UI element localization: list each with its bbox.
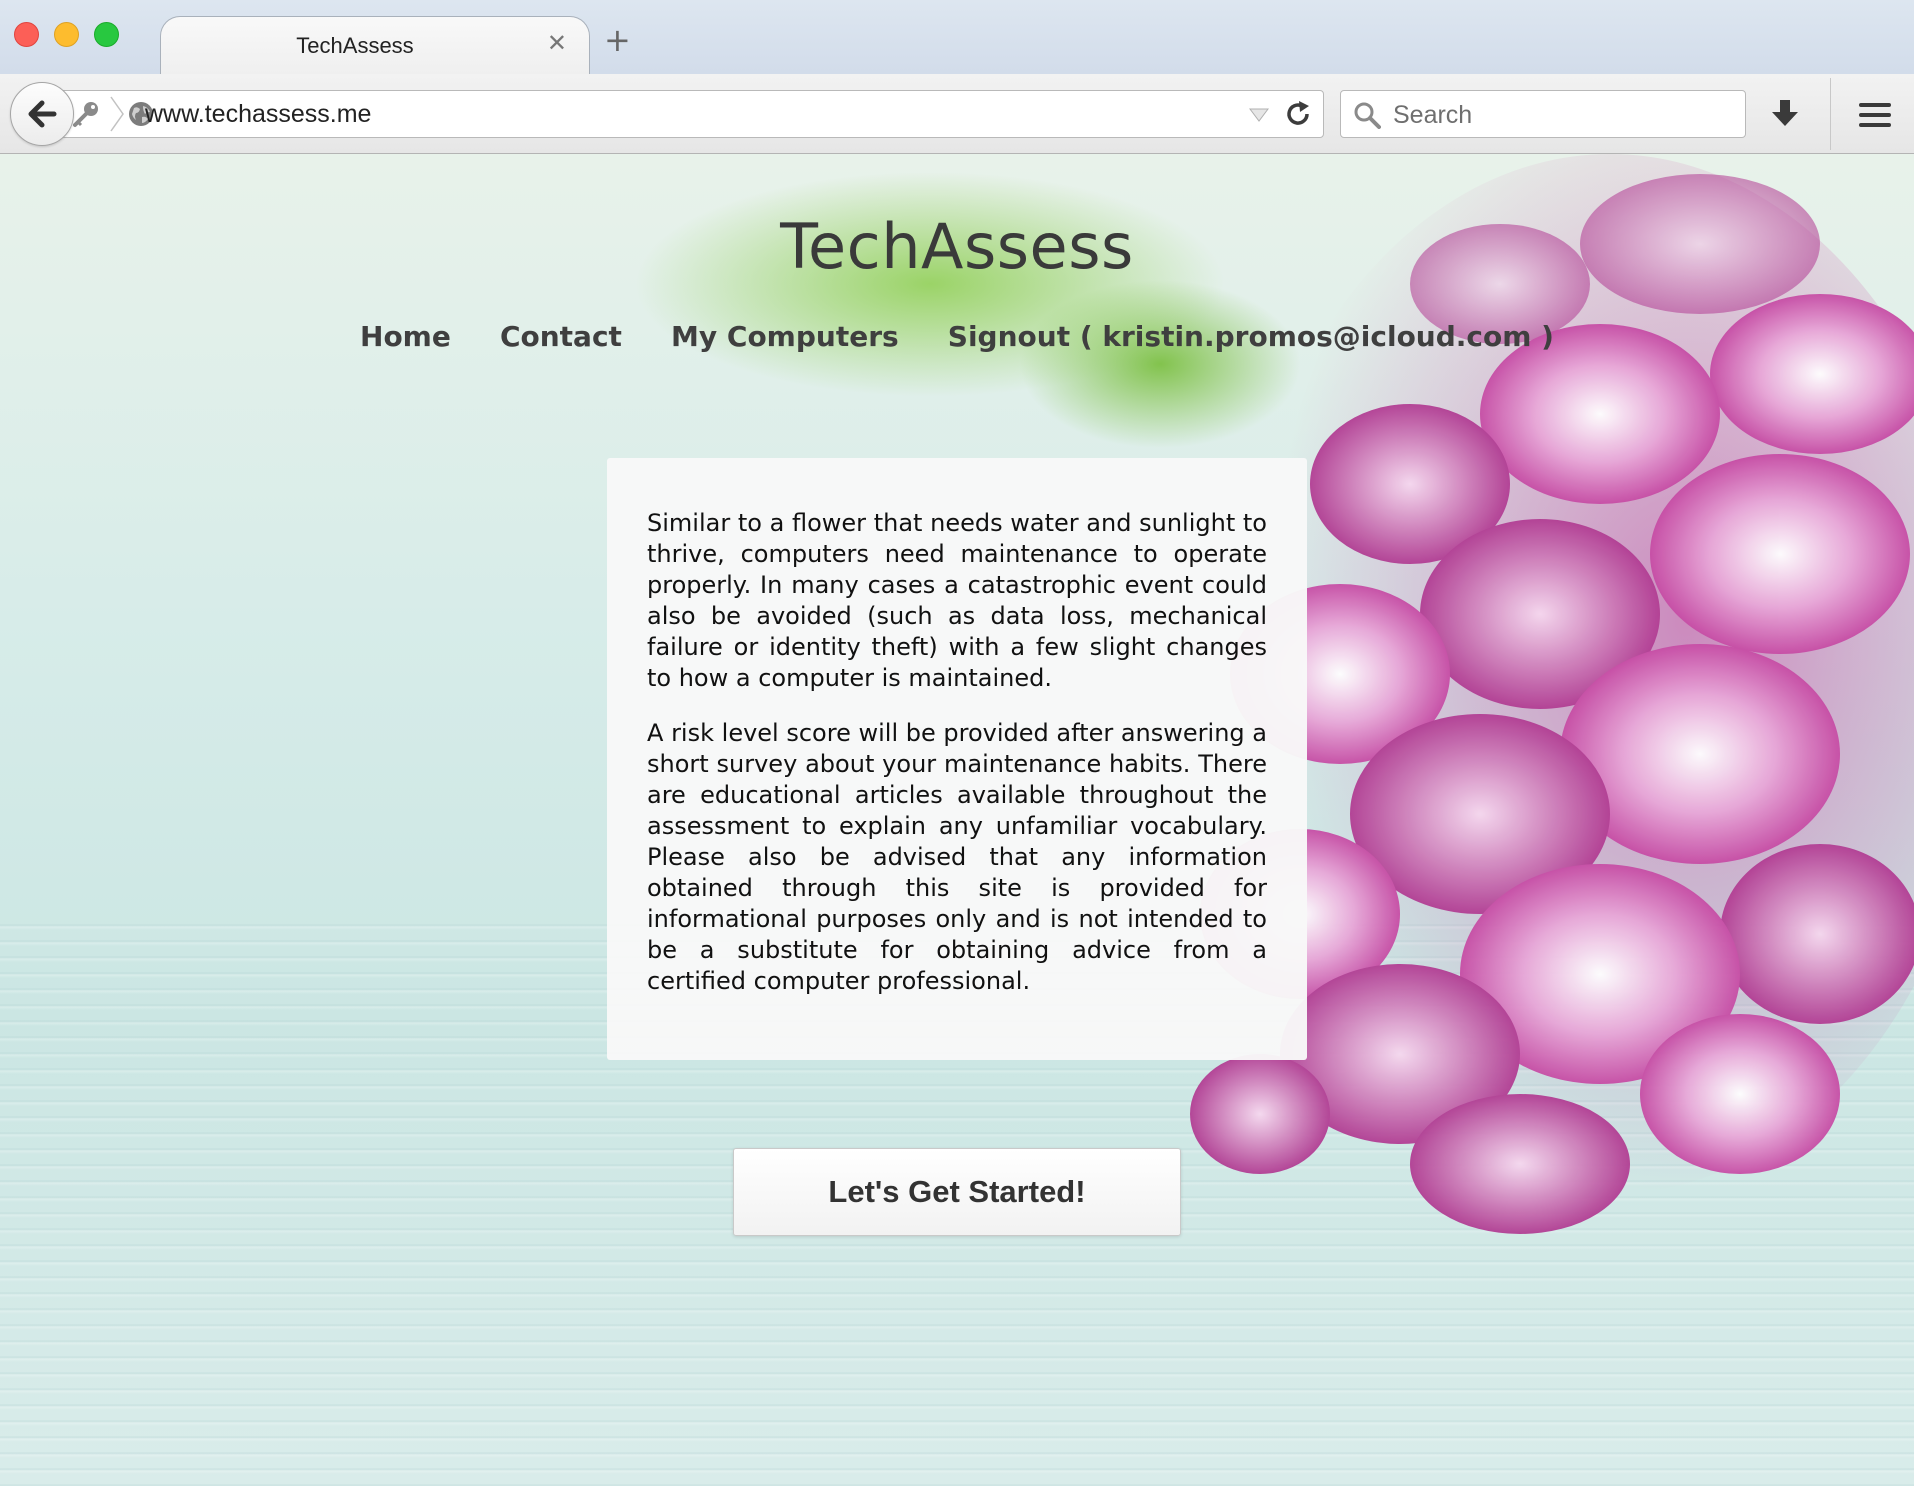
nav-contact[interactable]: Contact (500, 320, 622, 353)
reload-icon[interactable] (1283, 99, 1313, 133)
search-bar[interactable] (1340, 90, 1746, 139)
tab-techassess[interactable]: TechAssess ✕ (160, 16, 590, 74)
intro-paragraph-1: Similar to a flower that needs water and… (647, 509, 1267, 692)
tab-title: TechAssess (296, 33, 414, 58)
minimize-window-button[interactable] (54, 22, 79, 47)
zoom-window-button[interactable] (94, 22, 119, 47)
toolbar-divider (1830, 78, 1831, 150)
back-arrow-icon (28, 100, 57, 128)
address-bar[interactable]: www.techassess.me (56, 90, 1324, 138)
download-icon[interactable] (1770, 98, 1800, 132)
nav-my-computers[interactable]: My Computers (671, 320, 899, 353)
page-content: TechAssess Home Contact My Computers Sig… (0, 154, 1914, 1486)
browser-window: TechAssess ✕ + www.techassess.me Search … (0, 0, 1914, 1486)
navigation-toolbar: www.techassess.me (0, 74, 1914, 154)
search-icon (1353, 101, 1381, 133)
back-button[interactable] (10, 82, 74, 146)
site-title: TechAssess (780, 210, 1134, 283)
intro-paragraph-2: A risk level score will be provided afte… (647, 719, 1267, 995)
close-window-button[interactable] (14, 22, 39, 47)
new-tab-button[interactable]: + (604, 24, 631, 56)
url-text[interactable]: www.techassess.me (145, 100, 371, 129)
close-tab-icon[interactable]: ✕ (547, 29, 567, 57)
nav-signout[interactable]: Signout ( kristin.promos@icloud.com ) (948, 320, 1554, 353)
hamburger-menu-icon[interactable] (1858, 102, 1892, 132)
main-nav: Home Contact My Computers Signout ( kris… (0, 320, 1914, 353)
get-started-button[interactable]: Let's Get Started! (733, 1148, 1181, 1236)
search-input[interactable] (1391, 91, 1735, 139)
chevron-down-icon[interactable] (1249, 107, 1269, 126)
key-icon[interactable] (71, 100, 101, 134)
tab-strip: TechAssess ✕ + (0, 0, 1914, 74)
nav-home[interactable]: Home (360, 320, 451, 353)
chevron-right-icon (109, 95, 125, 137)
intro-panel: Similar to a flower that needs water and… (607, 458, 1307, 1060)
